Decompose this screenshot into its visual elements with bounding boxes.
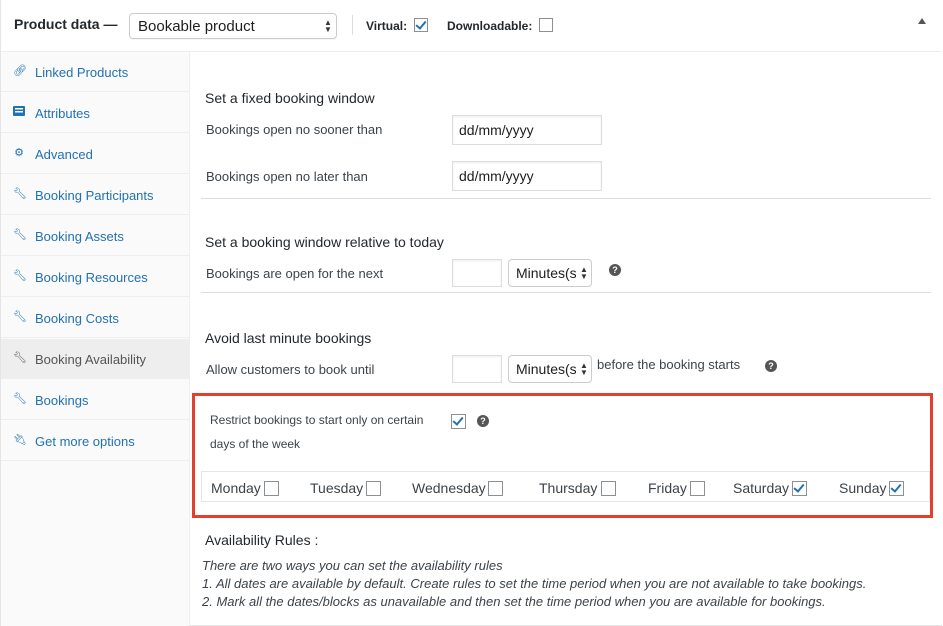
- tab-label: Booking Availability: [35, 352, 147, 367]
- tab-label: Booking Participants: [35, 188, 154, 203]
- wednesday-checkbox[interactable]: [488, 481, 503, 496]
- last-minute-heading: Avoid last minute bookings: [205, 330, 372, 346]
- header-separator: [352, 15, 353, 35]
- open-no-sooner-label: Bookings open no sooner than: [206, 122, 383, 137]
- downloadable-checkbox[interactable]: [539, 18, 553, 32]
- select-arrows-icon: ▲ ▼: [580, 361, 588, 377]
- relative-window-heading: Set a booking window relative to today: [205, 234, 444, 250]
- saturday-checkbox[interactable]: [792, 481, 807, 496]
- allow-until-input[interactable]: [452, 355, 502, 383]
- wrench-icon: 🔧︎: [13, 188, 27, 200]
- gear-icon: ⚙: [14, 147, 24, 159]
- tab-attributes[interactable]: Attributes: [1, 93, 189, 133]
- tuesday-checkbox[interactable]: [366, 481, 381, 496]
- section-divider: [201, 292, 931, 293]
- friday-checkbox[interactable]: [690, 481, 705, 496]
- allow-until-unit-select[interactable]: Minutes(s) ▲ ▼: [508, 355, 592, 383]
- day-label-tuesday: Tuesday: [310, 480, 364, 496]
- tab-label: Booking Resources: [35, 270, 148, 285]
- day-label-monday: Monday: [211, 480, 261, 496]
- product-data-tabs: 🔗︎ Linked Products Attributes ⚙ Advanced…: [1, 52, 190, 626]
- tab-label: Linked Products: [35, 65, 129, 80]
- tab-label: Booking Assets: [35, 229, 124, 244]
- section-divider: [201, 198, 931, 199]
- product-type-select[interactable]: Bookable product ▲ ▼: [129, 13, 337, 39]
- open-no-later-label: Bookings open no later than: [206, 169, 368, 184]
- product-data-header: Product data — Bookable product ▲ ▼ Virtu…: [1, 0, 942, 52]
- tab-label: Booking Costs: [35, 311, 119, 326]
- date-placeholder: dd/mm/yyyy: [459, 122, 534, 138]
- date-placeholder: dd/mm/yyyy: [459, 168, 534, 184]
- availability-rules-title: Availability Rules :: [205, 532, 319, 548]
- restrict-days-label-cont: days of the week: [210, 437, 301, 451]
- unit-value: Minutes(s): [516, 265, 576, 281]
- tab-advanced[interactable]: ⚙ Advanced: [1, 134, 189, 174]
- wrench-icon: 🔧︎: [13, 229, 27, 241]
- tab-bookings[interactable]: 🔧︎ Bookings: [1, 380, 189, 420]
- day-label-saturday: Saturday: [733, 480, 790, 496]
- tab-linked-products[interactable]: 🔗︎ Linked Products: [1, 52, 189, 92]
- wrench-icon: 🔧︎: [13, 393, 27, 405]
- allow-until-label: Allow customers to book until: [206, 362, 375, 377]
- product-type-value: Bookable product: [138, 18, 255, 35]
- wrench-icon: 🔧︎: [13, 270, 27, 282]
- availability-note-option-1: 1. All dates are available by default. C…: [202, 576, 867, 591]
- fixed-window-heading: Set a fixed booking window: [205, 90, 375, 106]
- before-start-text: before the booking starts: [597, 357, 741, 372]
- plug-icon: 🔌︎: [13, 434, 27, 446]
- weekday-checkboxes: Monday Tuesday Wednesday Thursday Friday…: [201, 471, 930, 502]
- select-arrows-icon: ▲ ▼: [324, 18, 332, 34]
- open-no-sooner-input[interactable]: dd/mm/yyyy: [452, 115, 602, 145]
- tab-booking-costs[interactable]: 🔧︎ Booking Costs: [1, 298, 189, 338]
- day-label-thursday: Thursday: [539, 480, 598, 496]
- availability-note-option-2: 2. Mark all the dates/blocks as unavaila…: [202, 594, 826, 609]
- open-no-later-input[interactable]: dd/mm/yyyy: [452, 161, 602, 191]
- virtual-label: Virtual:: [366, 19, 408, 33]
- product-data-panel: Product data — Bookable product ▲ ▼ Virtu…: [0, 0, 942, 626]
- restrict-days-label: Restrict bookings to start only on certa…: [210, 413, 424, 427]
- open-for-next-unit-select[interactable]: Minutes(s) ▲ ▼: [508, 259, 592, 287]
- tab-booking-availability[interactable]: 🔧︎ Booking Availability: [1, 339, 189, 379]
- open-for-next-input[interactable]: [452, 259, 502, 287]
- select-arrows-icon: ▲ ▼: [580, 265, 588, 281]
- help-icon[interactable]: ?: [765, 360, 777, 372]
- thursday-checkbox[interactable]: [601, 481, 616, 496]
- booking-availability-panel: Set a fixed booking window Bookings open…: [190, 52, 942, 626]
- monday-checkbox[interactable]: [264, 481, 279, 496]
- tab-label: Attributes: [35, 106, 90, 121]
- open-for-next-label: Bookings are open for the next: [206, 266, 384, 281]
- tab-booking-participants[interactable]: 🔧︎ Booking Participants: [1, 175, 189, 215]
- help-icon[interactable]: ?: [477, 415, 489, 427]
- downloadable-label: Downloadable:: [447, 19, 533, 33]
- tab-label: Bookings: [35, 393, 89, 408]
- tab-booking-assets[interactable]: 🔧︎ Booking Assets: [1, 216, 189, 256]
- restrict-days-checkbox[interactable]: [451, 414, 466, 429]
- day-label-sunday: Sunday: [839, 480, 887, 496]
- wrench-icon: 🔧︎: [13, 352, 27, 364]
- link-icon: 🔗︎: [13, 65, 27, 77]
- tab-label: Advanced: [35, 147, 93, 162]
- help-icon[interactable]: ?: [609, 264, 621, 276]
- wrench-icon: 🔧︎: [13, 311, 27, 323]
- tab-get-more-options[interactable]: 🔌︎ Get more options: [1, 421, 189, 461]
- availability-note-intro: There are two ways you can set the avail…: [202, 558, 503, 573]
- day-label-friday: Friday: [648, 480, 687, 496]
- sunday-checkbox[interactable]: [889, 481, 904, 496]
- tab-label: Get more options: [35, 434, 135, 449]
- tab-booking-resources[interactable]: 🔧︎ Booking Resources: [1, 257, 189, 297]
- virtual-checkbox[interactable]: [414, 18, 428, 32]
- unit-value: Minutes(s): [516, 361, 576, 377]
- product-data-title: Product data —: [14, 16, 118, 32]
- day-label-wednesday: Wednesday: [412, 480, 486, 496]
- list-icon: [13, 106, 25, 118]
- collapse-arrow-icon[interactable]: [918, 18, 926, 24]
